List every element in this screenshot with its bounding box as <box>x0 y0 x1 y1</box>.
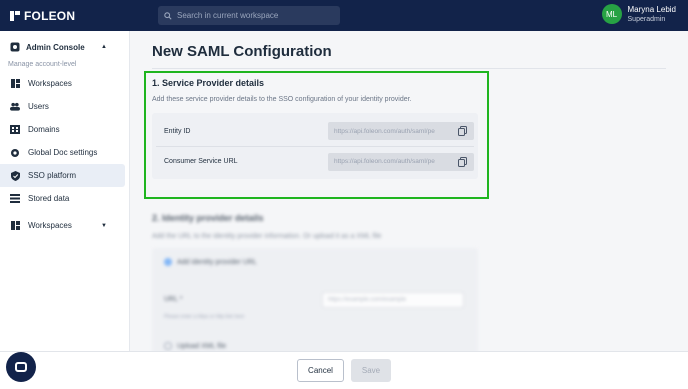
database-icon <box>10 194 20 204</box>
logo-text: FOLEON <box>24 8 76 23</box>
sidebar-item-label: Global Doc settings <box>28 148 98 157</box>
consumer-service-url-row: Consumer Service URL https://api.foleon.… <box>156 146 474 176</box>
section-title: 1. Service Provider details <box>152 78 265 88</box>
main-content: New SAML Configuration 1. Service Provid… <box>130 31 688 351</box>
manage-account-label: Manage account-level <box>8 61 77 68</box>
identity-provider-section: 2. Identity provider details Add the URL… <box>152 213 482 351</box>
footer-bar: Cancel Save <box>0 351 688 389</box>
section-description: Add the URL to the identity provider inf… <box>152 233 382 240</box>
gear-icon <box>10 148 20 158</box>
search-icon <box>164 11 172 20</box>
radio-add-url[interactable]: Add identity provider URL <box>164 258 257 266</box>
shield-icon <box>10 170 20 181</box>
sidebar-item-sso-platform[interactable]: SSO platform <box>0 164 125 187</box>
consumer-service-url-label: Consumer Service URL <box>164 158 238 165</box>
sidebar-item-label: Users <box>28 102 49 111</box>
sidebar-item-stored-data[interactable]: Stored data <box>0 187 125 210</box>
sidebar: Admin Console ▲ Manage account-level Wor… <box>0 31 130 389</box>
entity-id-field[interactable]: https://api.foleon.com/auth/saml/pe <box>328 122 474 140</box>
radio-label: Upload XML file <box>177 342 227 350</box>
service-provider-section: 1. Service Provider details Add these se… <box>152 78 482 179</box>
user-role: Superadmin <box>627 16 666 23</box>
user-name: Maryna Lebid <box>627 5 676 14</box>
cancel-button[interactable]: Cancel <box>297 359 344 382</box>
consumer-service-url-value: https://api.foleon.com/auth/saml/pe <box>334 158 435 165</box>
sidebar-item-label: Workspaces <box>28 79 72 88</box>
avatar[interactable]: ML <box>601 4 622 24</box>
copy-icon[interactable] <box>455 155 469 169</box>
domains-icon <box>10 125 20 135</box>
user-info: Maryna Lebid Superadmin <box>628 5 676 23</box>
url-input[interactable]: https://example.com/example <box>322 292 464 308</box>
sidebar-item-label: Workspaces <box>28 221 72 230</box>
users-icon <box>10 102 20 112</box>
radio-upload-xml[interactable]: Upload XML file <box>164 342 226 350</box>
admin-console-toggle[interactable]: Admin Console ▲ <box>0 31 129 63</box>
entity-id-value: https://api.foleon.com/auth/saml/pe <box>334 127 435 135</box>
sidebar-item-label: Stored data <box>28 194 70 203</box>
consumer-service-url-field[interactable]: https://api.foleon.com/auth/saml/pe <box>328 152 474 171</box>
radio-selected-icon <box>164 258 172 266</box>
search-bar[interactable] <box>158 6 340 25</box>
top-bar: FOLEON ML Maryna Lebid Superadmin <box>0 0 688 31</box>
foleon-logo[interactable]: FOLEON <box>10 9 75 23</box>
chat-icon <box>15 362 27 372</box>
dashboard-icon <box>10 221 20 231</box>
chevron-down-icon: ▼ <box>101 222 107 229</box>
sidebar-item-users[interactable]: Users <box>0 95 125 118</box>
copy-icon[interactable] <box>455 124 469 138</box>
identity-provider-options: Add identity provider URL URL * https://… <box>152 248 478 351</box>
radio-label: Add identity provider URL <box>177 258 257 266</box>
chevron-up-icon: ▲ <box>101 44 107 50</box>
sidebar-item-workspaces[interactable]: Workspaces <box>0 72 125 95</box>
entity-id-row: Entity ID https://api.foleon.com/auth/sa… <box>156 116 474 146</box>
user-menu[interactable]: ML Maryna Lebid Superadmin <box>601 4 676 24</box>
search-input[interactable] <box>177 11 327 20</box>
chat-widget-button[interactable] <box>6 352 36 382</box>
save-button[interactable]: Save <box>351 359 391 382</box>
url-help-text: Please enter a https or http link here <box>164 314 245 320</box>
radio-unselected-icon <box>164 342 172 350</box>
title-divider <box>152 68 666 69</box>
section-title: 2. Identity provider details <box>152 213 264 223</box>
sidebar-item-global-doc-settings[interactable]: Global Doc settings <box>0 141 125 164</box>
sidebar-item-label: Domains <box>28 125 60 134</box>
page-title: New SAML Configuration <box>152 43 332 60</box>
sidebar-workspaces-dropdown[interactable]: Workspaces ▼ <box>0 214 125 237</box>
url-label: URL * <box>164 296 183 303</box>
sidebar-item-label: SSO platform <box>28 171 77 180</box>
section-description: Add these service provider details to th… <box>152 96 412 103</box>
service-provider-details: Entity ID https://api.foleon.com/auth/sa… <box>152 113 478 179</box>
sidebar-item-domains[interactable]: Domains <box>0 118 125 141</box>
entity-id-label: Entity ID <box>164 127 191 135</box>
dashboard-icon <box>10 79 20 89</box>
foleon-logo-icon <box>10 10 20 21</box>
admin-console-label: Admin Console <box>26 42 85 52</box>
gear-icon <box>10 42 20 52</box>
